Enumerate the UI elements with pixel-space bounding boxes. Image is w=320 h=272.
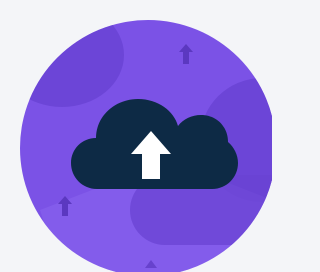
upload-illustration [0, 0, 272, 272]
illustration-canvas [20, 20, 272, 272]
decor-blob-top-left [20, 20, 124, 107]
